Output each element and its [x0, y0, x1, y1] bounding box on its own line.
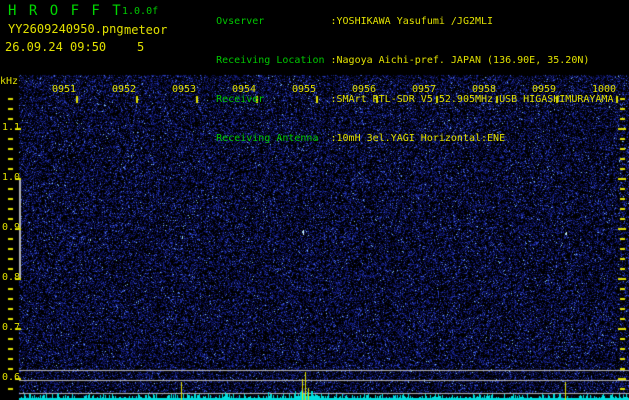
- time-tick-label: 0959: [532, 84, 557, 95]
- freq-tick-label: 0.8: [2, 272, 21, 283]
- freq-tick-label: 0.9: [2, 222, 21, 233]
- hrofft-screen: H R O F F T 1.0.0f YY2609240950.png mete…: [0, 0, 629, 400]
- output-filename: YY2609240950.png: [8, 22, 124, 36]
- time-tick-label: 0957: [412, 84, 437, 95]
- mode-label: meteor: [124, 23, 168, 37]
- observation-datetime: 26.09.24 09:50: [5, 40, 107, 54]
- info-label: Receiving Location: [216, 55, 325, 66]
- info-row-antenna: Receiving Antenna :10mH 3el.YAGI Horizont…: [180, 119, 613, 158]
- freq-tick-label: 1.1: [2, 122, 21, 133]
- meteor-count: 5: [137, 40, 145, 54]
- time-tick-label: 0955: [292, 84, 317, 95]
- time-tick-label: 0953: [172, 84, 197, 95]
- freq-tick-label: 0.6: [2, 372, 21, 383]
- app-version: 1.0.0f: [122, 6, 159, 17]
- info-label: Receiving Antenna: [216, 133, 319, 144]
- freq-tick-label: 1.0: [2, 172, 21, 183]
- app-title: H R O F F T: [8, 3, 123, 19]
- time-tick-label: 0954: [232, 84, 257, 95]
- info-row-location: Receiving Location :Nagoya Aichi-pref. JA…: [180, 41, 613, 80]
- info-value: :10mH 3el.YAGI Horizontal:ENE: [330, 133, 506, 144]
- time-tick-label: 0951: [52, 84, 77, 95]
- time-tick-label: 0958: [472, 84, 497, 95]
- station-info: Ovserver :YOSHIKAWA Yasufumi /JG2MLI Rece…: [180, 2, 613, 158]
- time-tick-label: 0956: [352, 84, 377, 95]
- info-value: :SMArt RTL-SDR V5 52.905MHz USB HIGASHIM…: [330, 94, 614, 105]
- freq-tick-label: 0.7: [2, 322, 21, 333]
- time-tick-label: 0952: [112, 84, 137, 95]
- y-axis-unit-label: kHz: [0, 76, 19, 87]
- info-value: :YOSHIKAWA Yasufumi /JG2MLI: [330, 16, 494, 27]
- info-label: Ovserver: [216, 16, 265, 27]
- info-value: :Nagoya Aichi-pref. JAPAN (136.90E, 35.2…: [330, 55, 590, 66]
- info-row-observer: Ovserver :YOSHIKAWA Yasufumi /JG2MLI: [180, 2, 613, 41]
- time-tick-label: 1000: [592, 84, 617, 95]
